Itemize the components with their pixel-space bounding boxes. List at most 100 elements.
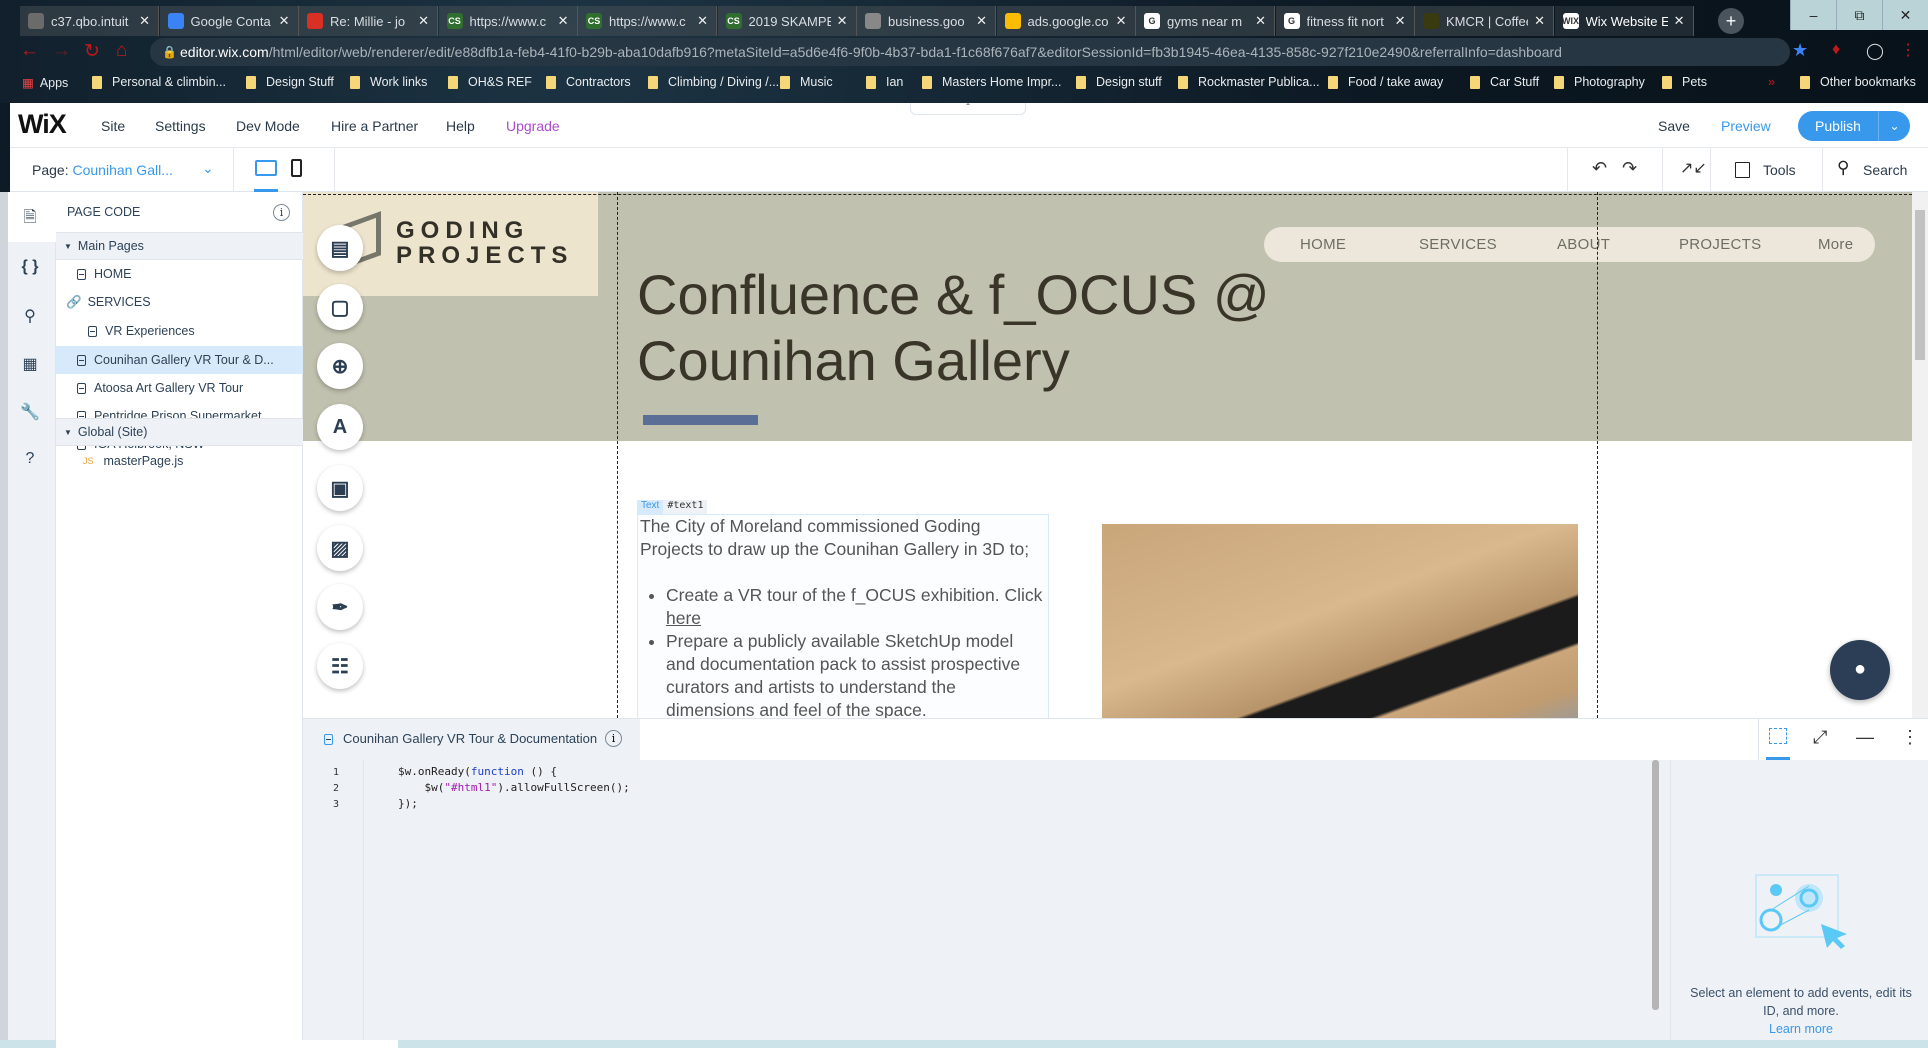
undo-icon[interactable]: ↶	[1592, 158, 1607, 179]
browser-tab[interactable]: CS https://www.c ✕	[438, 6, 578, 36]
page-list-item[interactable]: VR Experiences	[56, 317, 303, 345]
restore-button[interactable]: ⧉	[1836, 0, 1882, 30]
preview-button[interactable]: Preview	[1721, 118, 1771, 134]
home-icon[interactable]: ⌂	[116, 40, 127, 62]
browser-tab[interactable]: WIX Wix Website E ✕	[1554, 6, 1694, 36]
close-tab-icon[interactable]: ✕	[1116, 13, 1127, 29]
close-window-button[interactable]: ✕	[1882, 0, 1928, 30]
properties-panel-icon[interactable]	[1769, 728, 1787, 744]
site-nav-home[interactable]: HOME	[1300, 236, 1346, 253]
canvas-scrollbar[interactable]	[1912, 192, 1928, 718]
publish-dropdown-chevron-icon[interactable]: ⌄	[1878, 111, 1910, 141]
search-icon[interactable]: ⚲	[16, 306, 44, 326]
close-tab-icon[interactable]: ✕	[558, 13, 569, 29]
menu-hire-partner[interactable]: Hire a Partner	[331, 118, 418, 134]
main-pages-group[interactable]: ▼ Main Pages	[56, 232, 303, 260]
bookmark-item[interactable]: Ian	[866, 75, 903, 89]
browser-tab[interactable]: Re: Millie - jo ✕	[299, 6, 438, 36]
background-icon[interactable]: ▢	[317, 284, 363, 330]
help-icon[interactable]: ?	[16, 450, 44, 468]
menu-dev-mode[interactable]: Dev Mode	[236, 118, 300, 134]
bookmark-item[interactable]: Design Stuff	[246, 75, 334, 89]
browser-tab[interactable]: CS 2019 SKAMPE ✕	[717, 6, 857, 36]
menu-kebab-icon[interactable]: ⋮	[1900, 40, 1916, 60]
search-icon[interactable]: ⚲	[1837, 158, 1849, 178]
site-nav-projects[interactable]: PROJECTS	[1679, 236, 1761, 253]
new-tab-button[interactable]: +	[1718, 8, 1744, 34]
menu-site[interactable]: Site	[101, 118, 125, 134]
close-tab-icon[interactable]: ✕	[697, 13, 708, 29]
browser-tab[interactable]: Gfitness fit nort ✕	[1275, 6, 1415, 36]
reload-icon[interactable]: ↻	[84, 40, 100, 63]
text-element[interactable]: The City of Moreland commissioned Goding…	[637, 514, 1049, 718]
bookings-icon[interactable]: ☷	[317, 643, 363, 689]
close-tab-icon[interactable]: ✕	[1255, 13, 1266, 29]
code-line-2[interactable]: $w("#html1").allowFullScreen();	[398, 781, 629, 794]
chat-icon[interactable]: ●	[1830, 640, 1890, 700]
bookmark-item[interactable]: Design stuff	[1076, 75, 1162, 89]
more-options-icon[interactable]: ⋮	[1901, 727, 1919, 748]
menus-pages-icon[interactable]: ▤	[317, 225, 363, 271]
browser-tab[interactable]: KMCR | Coffee ✕	[1415, 6, 1554, 36]
browser-tab[interactable]: business.goo ✕	[857, 6, 996, 36]
profile-icon[interactable]: ◯	[1866, 41, 1884, 61]
search-button[interactable]: Search	[1863, 162, 1907, 178]
code-scrollbar[interactable]	[1652, 760, 1659, 1010]
bookmark-item[interactable]: Climbing / Diving /...	[648, 75, 779, 89]
star-icon[interactable]: ★	[1792, 40, 1808, 61]
add-apps-icon[interactable]: ▣	[317, 465, 363, 511]
gallery-image[interactable]	[1102, 524, 1578, 718]
site-nav-more[interactable]: More	[1818, 236, 1853, 253]
menu-settings[interactable]: Settings	[155, 118, 206, 134]
bookmark-item[interactable]: Car Stuff	[1470, 75, 1539, 89]
bookmark-item[interactable]: ▦ Apps	[22, 75, 68, 91]
close-tab-icon[interactable]: ✕	[1395, 13, 1406, 29]
site-nav-services[interactable]: SERVICES	[1419, 236, 1497, 253]
bookmark-item[interactable]: Rockmaster Publica...	[1178, 75, 1320, 89]
code-editor[interactable]: 1 2 3 $w.onReady(function () { $w("#html…	[303, 760, 1670, 1040]
bookmark-item[interactable]: Masters Home Impr...	[922, 75, 1061, 89]
browser-tab[interactable]: ads.google.co ✕	[996, 6, 1136, 36]
redo-icon[interactable]: ↷	[1622, 158, 1637, 179]
close-tab-icon[interactable]: ✕	[139, 13, 150, 29]
wrench-icon[interactable]: 🔧	[16, 402, 44, 422]
design-icon[interactable]: A	[317, 404, 363, 450]
learn-more-link[interactable]: Learn more	[1681, 1022, 1921, 1036]
minimize-button[interactable]: –	[1790, 0, 1836, 30]
page-code-icon[interactable]: 🗎	[16, 206, 44, 233]
bookmark-item[interactable]: Music	[780, 75, 833, 89]
bookmark-item[interactable]: OH&S REF	[448, 75, 532, 89]
browser-tab[interactable]: Google Conta ✕	[159, 6, 299, 36]
maximize-icon[interactable]: ⤢	[1813, 727, 1827, 748]
save-button[interactable]: Save	[1658, 118, 1690, 134]
close-tab-icon[interactable]: ✕	[976, 13, 987, 29]
menu-help[interactable]: Help	[446, 118, 475, 134]
bookmark-item[interactable]: Work links	[350, 75, 427, 89]
close-tab-icon[interactable]: ✕	[1534, 13, 1545, 29]
blog-icon[interactable]: ✒	[317, 584, 363, 630]
browser-tab[interactable]: Ggyms near m ✕	[1136, 6, 1275, 36]
back-icon[interactable]: ←	[20, 40, 39, 62]
page-selector[interactable]: Page: Counihan Gall... ⌄	[32, 160, 222, 178]
bookmark-item[interactable]: Personal & climbin...	[92, 75, 226, 89]
publish-button[interactable]: Publish ⌄	[1798, 111, 1910, 141]
code-line-3[interactable]: });	[398, 797, 418, 810]
here-link[interactable]: here	[666, 608, 701, 628]
extension-icon[interactable]: ♦	[1832, 41, 1840, 59]
forward-icon[interactable]: →	[52, 40, 71, 62]
menu-upgrade[interactable]: Upgrade	[506, 118, 560, 134]
browser-tab[interactable]: CS https://www.c ✕	[578, 6, 717, 36]
editor-canvas[interactable]: GODING PROJECTS HOME SERVICES ABOUT PROJ…	[303, 192, 1912, 718]
bookmark-item[interactable]: Contractors	[546, 75, 631, 89]
file-masterpage-js[interactable]: JS masterPage.js	[56, 447, 303, 475]
collapse-toolbar-handle[interactable]: ˆ	[910, 103, 1026, 115]
curly-braces-icon[interactable]: { }	[16, 258, 44, 276]
bookmark-item[interactable]: Pets	[1662, 75, 1707, 89]
page-list-item[interactable]: Atoosa Art Gallery VR Tour	[56, 374, 303, 402]
database-icon[interactable]: ▦	[16, 354, 44, 374]
tools-icon[interactable]	[1735, 162, 1750, 178]
address-bar[interactable]: 🔒 editor.wix.com/html/editor/web/rendere…	[150, 38, 1790, 66]
close-tab-icon[interactable]: ✕	[418, 13, 429, 29]
add-icon[interactable]: ⊕	[317, 343, 363, 389]
info-icon[interactable]: i	[605, 730, 622, 747]
